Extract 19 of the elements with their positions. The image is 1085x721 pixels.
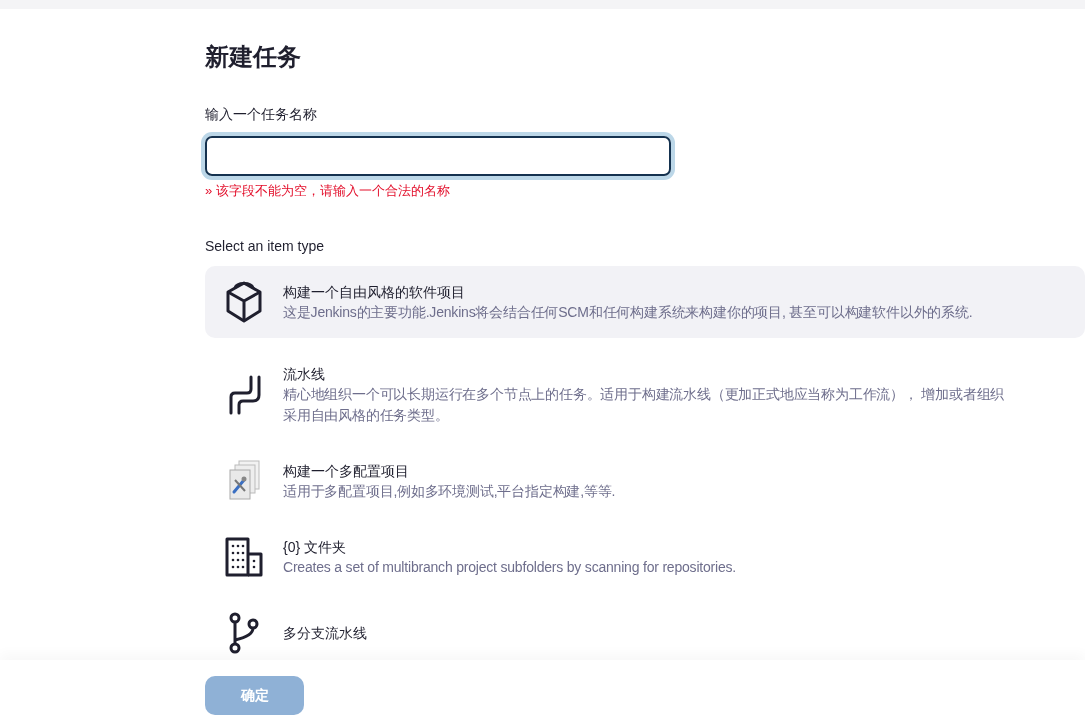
item-type-name: 多分支流水线 [283, 624, 367, 643]
cube-icon [224, 280, 264, 324]
item-type-description: 精心地组织一个可以长期运行在多个节点上的任务。适用于构建流水线（更加正式地应当称为工作流）， 增加或者组织 [283, 385, 1005, 404]
item-type-name: 构建一个自由风格的软件项目 [283, 282, 465, 302]
item-type-name: 流水线 [283, 365, 325, 384]
item-type-option[interactable]: 构建一个自由风格的软件项目 这是Jenkins的主要功能.Jenkins将会结合任何SCM和任何构建系统来构建你的项目, 甚至可以构建软件以外的系统. [205, 266, 1085, 338]
item-type-description: 这是Jenkins的主要功能.Jenkins将会结合任何SCM和任何构建系统来构建你的项目, 甚至可以构建软件以外的系统. [283, 302, 973, 322]
building-icon [224, 536, 264, 578]
section-heading: Select an item type [205, 237, 325, 256]
item-type-description: Creates a set of multibranch project subfolders by scanning for repositories. [283, 557, 737, 577]
item-type-name: 构建一个多配置项目 [283, 461, 409, 481]
item-type-name: {0} 文件夹 [283, 537, 347, 557]
page-title: 新建任务 [205, 42, 301, 72]
configuration-icon [226, 460, 262, 502]
item-type-description: 适用于多配置项目,例如多环境测试,平台指定构建,等等. [283, 481, 616, 501]
field-label: 输入一个任务名称 [205, 105, 317, 124]
branch-icon [227, 612, 261, 654]
error-message: » 该字段不能为空，请输入一个合法的名称 [205, 182, 450, 200]
item-type-description: 采用自由风格的任务类型。 [283, 406, 449, 425]
